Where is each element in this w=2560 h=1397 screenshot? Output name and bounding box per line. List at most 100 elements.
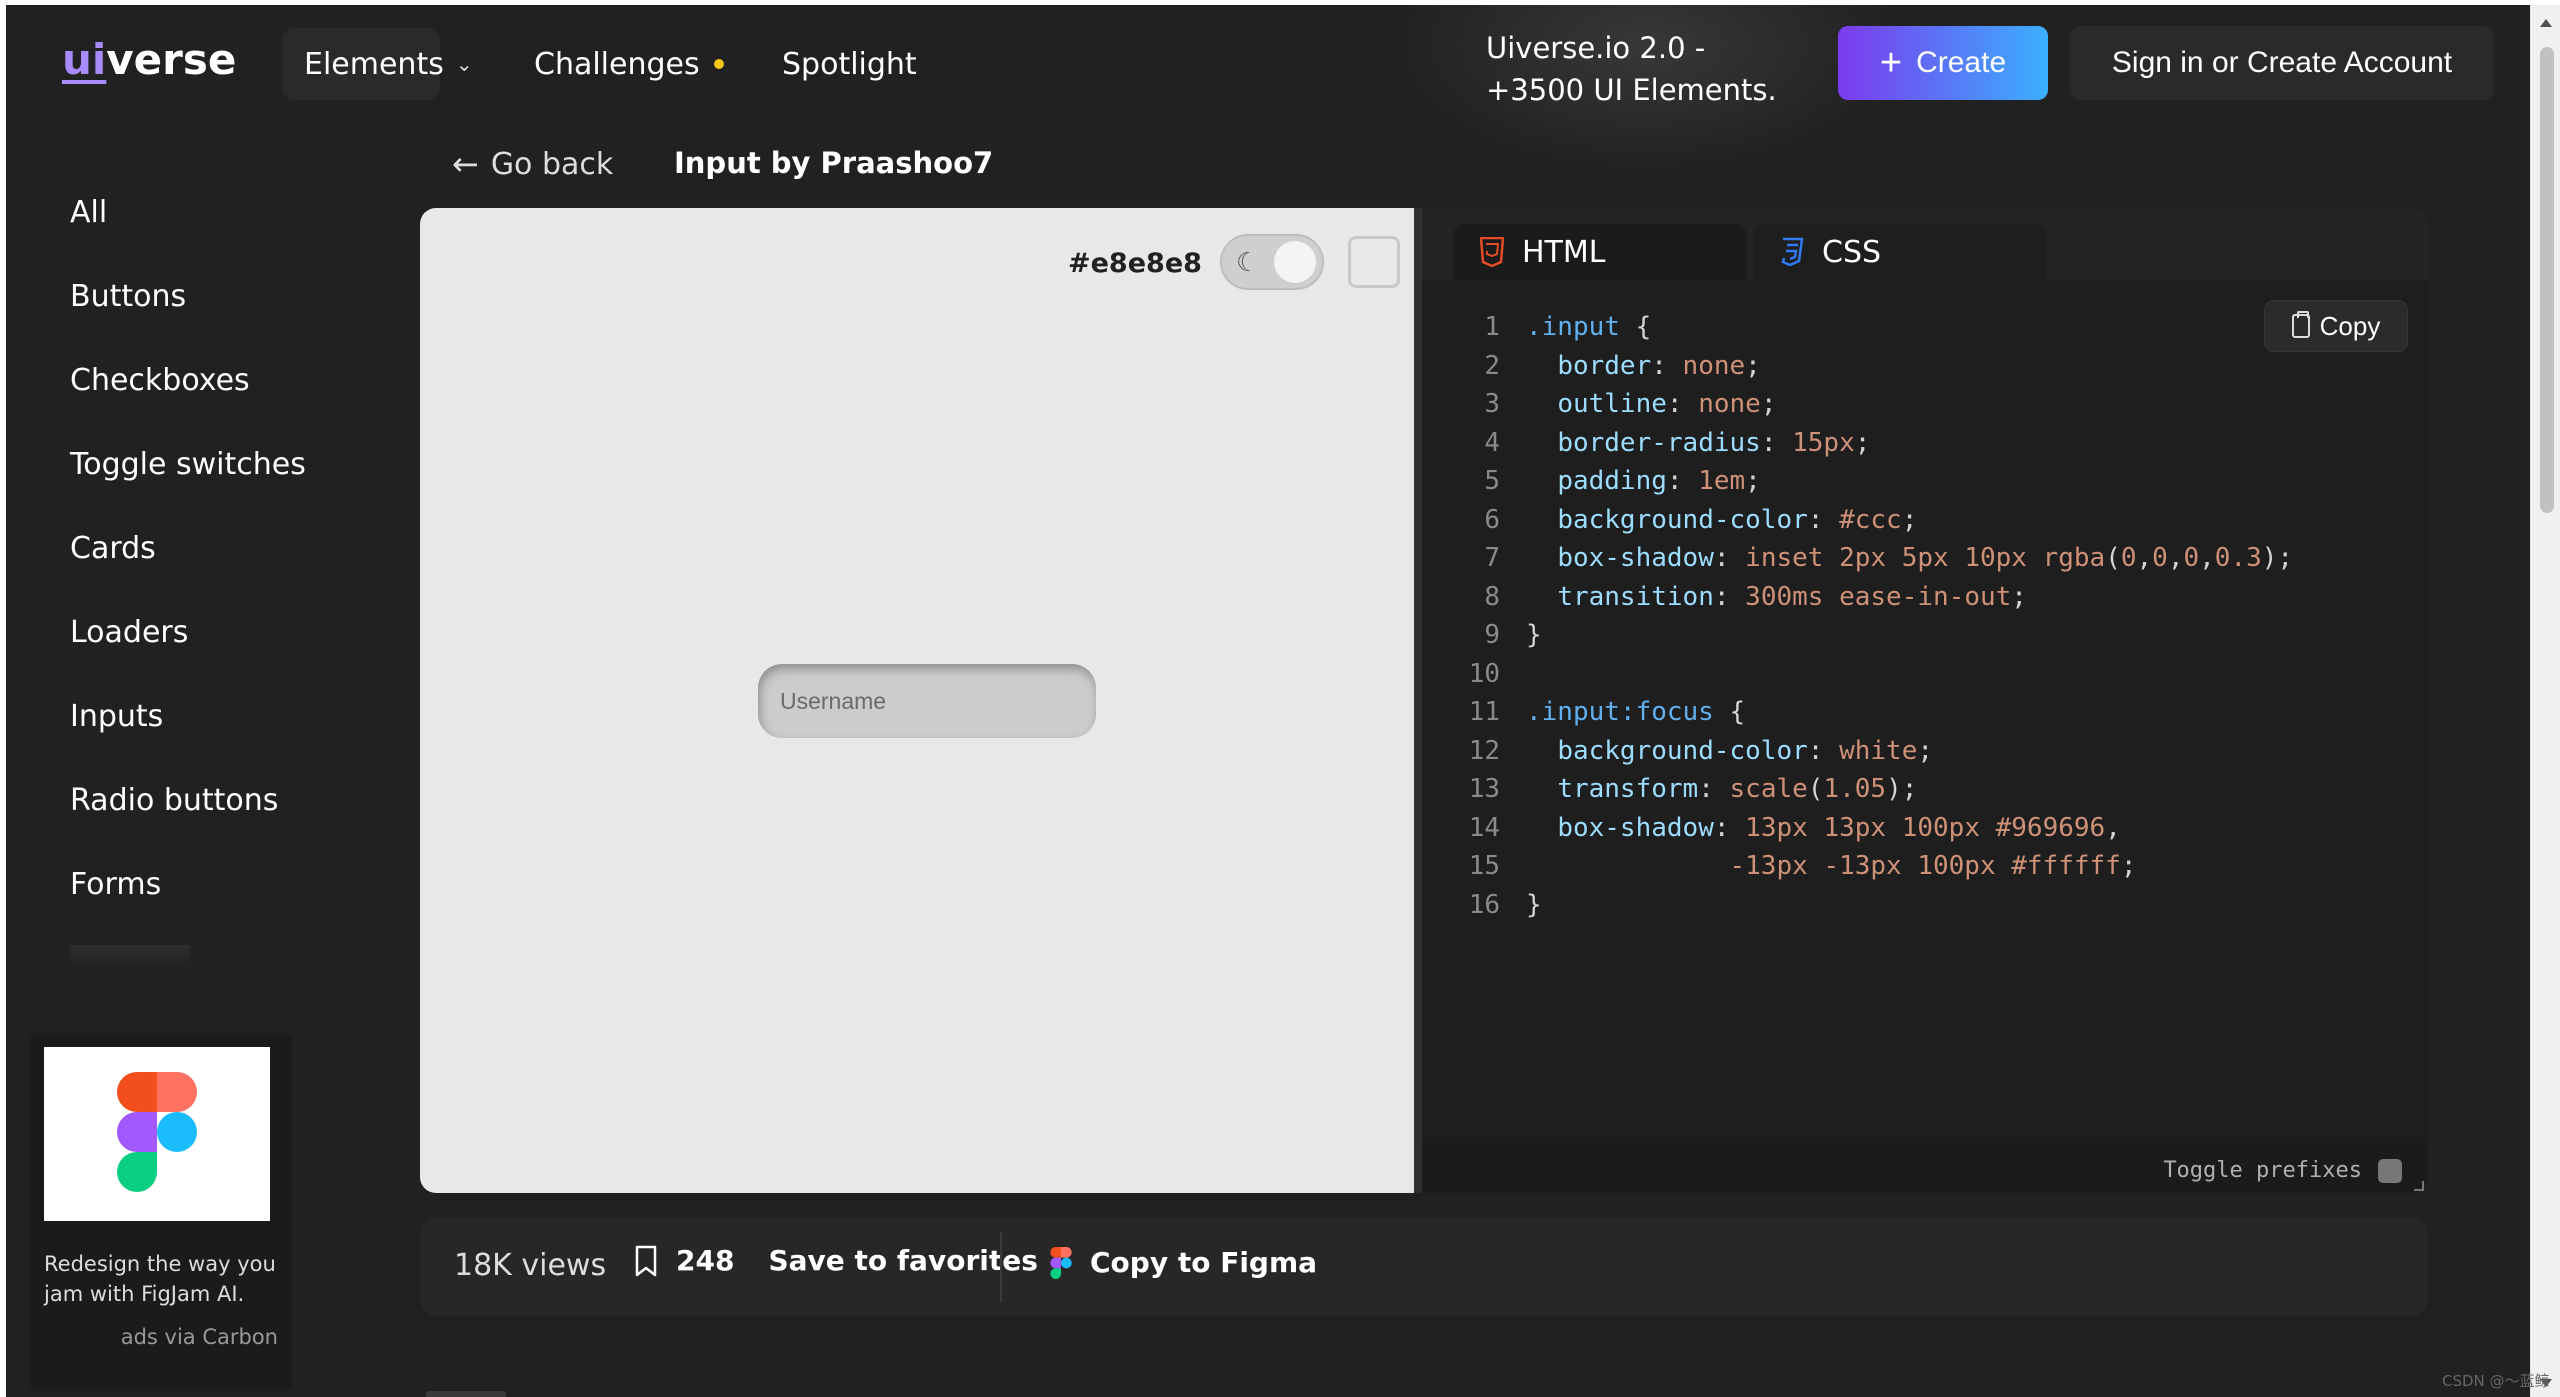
chevron-down-icon: ⌄ — [455, 52, 473, 76]
nav-spotlight[interactable]: Spotlight — [782, 28, 917, 100]
toggle-knob — [1274, 241, 1316, 283]
code-token: 0 — [2120, 543, 2137, 573]
toggle-prefixes-checkbox[interactable] — [2378, 1158, 2402, 1183]
logo[interactable]: uiverse — [62, 35, 236, 84]
toggle-prefixes[interactable]: Toggle prefixes — [2163, 1158, 2402, 1183]
sidebar-item-all[interactable]: All — [70, 195, 107, 230]
watermark: CSDN @～蓝鲸 — [2442, 1372, 2550, 1390]
view-count: 18K views — [454, 1248, 607, 1283]
sidebar-item-radio-buttons[interactable]: Radio buttons — [70, 783, 278, 818]
scrollbar-thumb[interactable] — [2540, 47, 2554, 513]
code-line: 8 transition: 300ms ease-in-out; — [1444, 578, 2293, 617]
code-token: none — [1682, 350, 1746, 381]
line-number: 7 — [1484, 543, 1500, 573]
go-back-link[interactable]: ← Go back — [452, 145, 613, 183]
code-token: #ccc — [1839, 504, 1902, 535]
nav-challenges[interactable]: Challenges — [534, 28, 724, 100]
theme-toggle[interactable]: ☾ — [1220, 234, 1324, 290]
line-number: 3 — [1484, 389, 1500, 419]
code-line: 11 .input:focus { — [1444, 693, 2293, 732]
code-token: 1.05 — [1823, 774, 1887, 804]
figma-logo-icon — [117, 1072, 197, 1192]
code-token: inset 2px 5px 10px rgba — [1745, 543, 2106, 573]
code-token: border — [1557, 350, 1652, 381]
save-to-favorites-button[interactable]: 248 Save to favorites — [634, 1244, 1038, 1277]
code-token: box-shadow — [1557, 812, 1714, 843]
code-token: : — [1807, 504, 1840, 535]
code-line: 14 box-shadow: 13px 13px 100px #969696, — [1444, 809, 2293, 848]
preview-panel: #e8e8e8 ☾ — [420, 208, 1414, 1193]
code-token: transition — [1557, 581, 1714, 612]
clipboard-icon — [2291, 311, 2310, 338]
sign-in-button[interactable]: Sign in or Create Account — [2070, 26, 2494, 100]
code-token: : — [1713, 581, 1746, 612]
ad-text[interactable]: Redesign the way you jam with FigJam AI. — [44, 1249, 280, 1309]
code-token: : — [1807, 735, 1840, 766]
sidebar-item-inputs[interactable]: Inputs — [70, 699, 163, 734]
code-token: white — [1839, 735, 1918, 766]
code-token: padding — [1557, 466, 1667, 496]
sidebar-item-forms[interactable]: Forms — [70, 867, 161, 902]
sidebar-fade — [70, 945, 190, 969]
tab-css[interactable]: CSS — [1754, 224, 2046, 280]
app-window: uiverse Elements ⌄ Challenges Spotlight … — [6, 5, 2530, 1397]
carbon-ad[interactable]: Redesign the way you jam with FigJam AI.… — [30, 1035, 292, 1389]
page-scrollbar[interactable] — [2530, 5, 2560, 1397]
code-token: 13px 13px 100px #969696 — [1745, 812, 2106, 843]
bookmark-icon — [635, 1245, 657, 1276]
background-color-label[interactable]: #e8e8e8 — [1068, 248, 1202, 279]
save-to-favorites-label: Save to favorites — [768, 1244, 1038, 1277]
promo-line-2: +3500 UI Elements. — [1486, 73, 1777, 107]
code-token: ); — [1886, 774, 1918, 804]
code-token: ; — [1745, 466, 1761, 496]
figma-icon — [1050, 1246, 1072, 1279]
username-input[interactable] — [758, 664, 1096, 738]
code-token: 1em — [1698, 466, 1746, 496]
code-token: transform — [1557, 774, 1699, 804]
code-token: , — [2136, 543, 2153, 573]
promo-banner[interactable]: Uiverse.io 2.0 - +3500 UI Elements. — [1486, 27, 1786, 111]
scroll-up-icon[interactable] — [2540, 19, 2552, 27]
code-tab-bar: HTML CSS — [1422, 208, 2428, 280]
sidebar-item-loaders[interactable]: Loaders — [70, 615, 188, 650]
copy-to-figma-button[interactable]: Copy to Figma — [1050, 1246, 1317, 1279]
nav-elements[interactable]: Elements ⌄ — [282, 28, 473, 100]
code-line: 12 background-color: white; — [1444, 732, 2293, 771]
code-token: ; — [1854, 427, 1871, 458]
sidebar-item-toggle-switches[interactable]: Toggle switches — [70, 447, 306, 482]
code-token: ( — [1807, 774, 1824, 804]
code-token: -13px -13px 100px #ffffff — [1729, 851, 2121, 881]
code-token: , — [2199, 543, 2215, 573]
code-token: : — [1698, 774, 1730, 804]
code-token: ( — [2105, 543, 2121, 573]
sidebar-item-buttons[interactable]: Buttons — [70, 279, 186, 314]
code-editor[interactable]: 1 .input {2 border: none; 3 outline: none;… — [1444, 308, 2293, 924]
code-token: { — [1713, 697, 1746, 727]
code-token: } — [1526, 889, 1542, 920]
code-line: 1 .input { — [1444, 308, 2293, 347]
resize-handle-icon[interactable] — [2414, 1181, 2424, 1191]
code-token: background-color — [1557, 735, 1808, 766]
nav-spotlight-label: Spotlight — [782, 46, 917, 82]
code-token: ; — [1901, 504, 1918, 535]
ad-image[interactable] — [44, 1047, 270, 1221]
ad-via-carbon[interactable]: ads via Carbon — [121, 1325, 278, 1349]
code-line: 4 border-radius: 15px; — [1444, 424, 2293, 463]
panel-divider[interactable] — [1414, 208, 1422, 1193]
nav-challenges-label: Challenges — [534, 46, 700, 82]
code-token: : — [1666, 389, 1699, 419]
code-token: ; — [1917, 735, 1934, 766]
background-color-picker[interactable] — [1348, 236, 1400, 288]
line-number: 16 — [1468, 889, 1500, 920]
line-number: 6 — [1484, 504, 1500, 535]
sidebar-item-cards[interactable]: Cards — [70, 531, 156, 566]
sidebar-item-checkboxes[interactable]: Checkboxes — [70, 363, 250, 398]
tab-html[interactable]: HTML — [1454, 224, 1746, 280]
create-button[interactable]: + Create — [1838, 26, 2048, 100]
code-line: 6 background-color: #ccc; — [1444, 501, 2293, 540]
line-number: 1 — [1484, 312, 1500, 342]
code-token: , — [2167, 543, 2184, 573]
